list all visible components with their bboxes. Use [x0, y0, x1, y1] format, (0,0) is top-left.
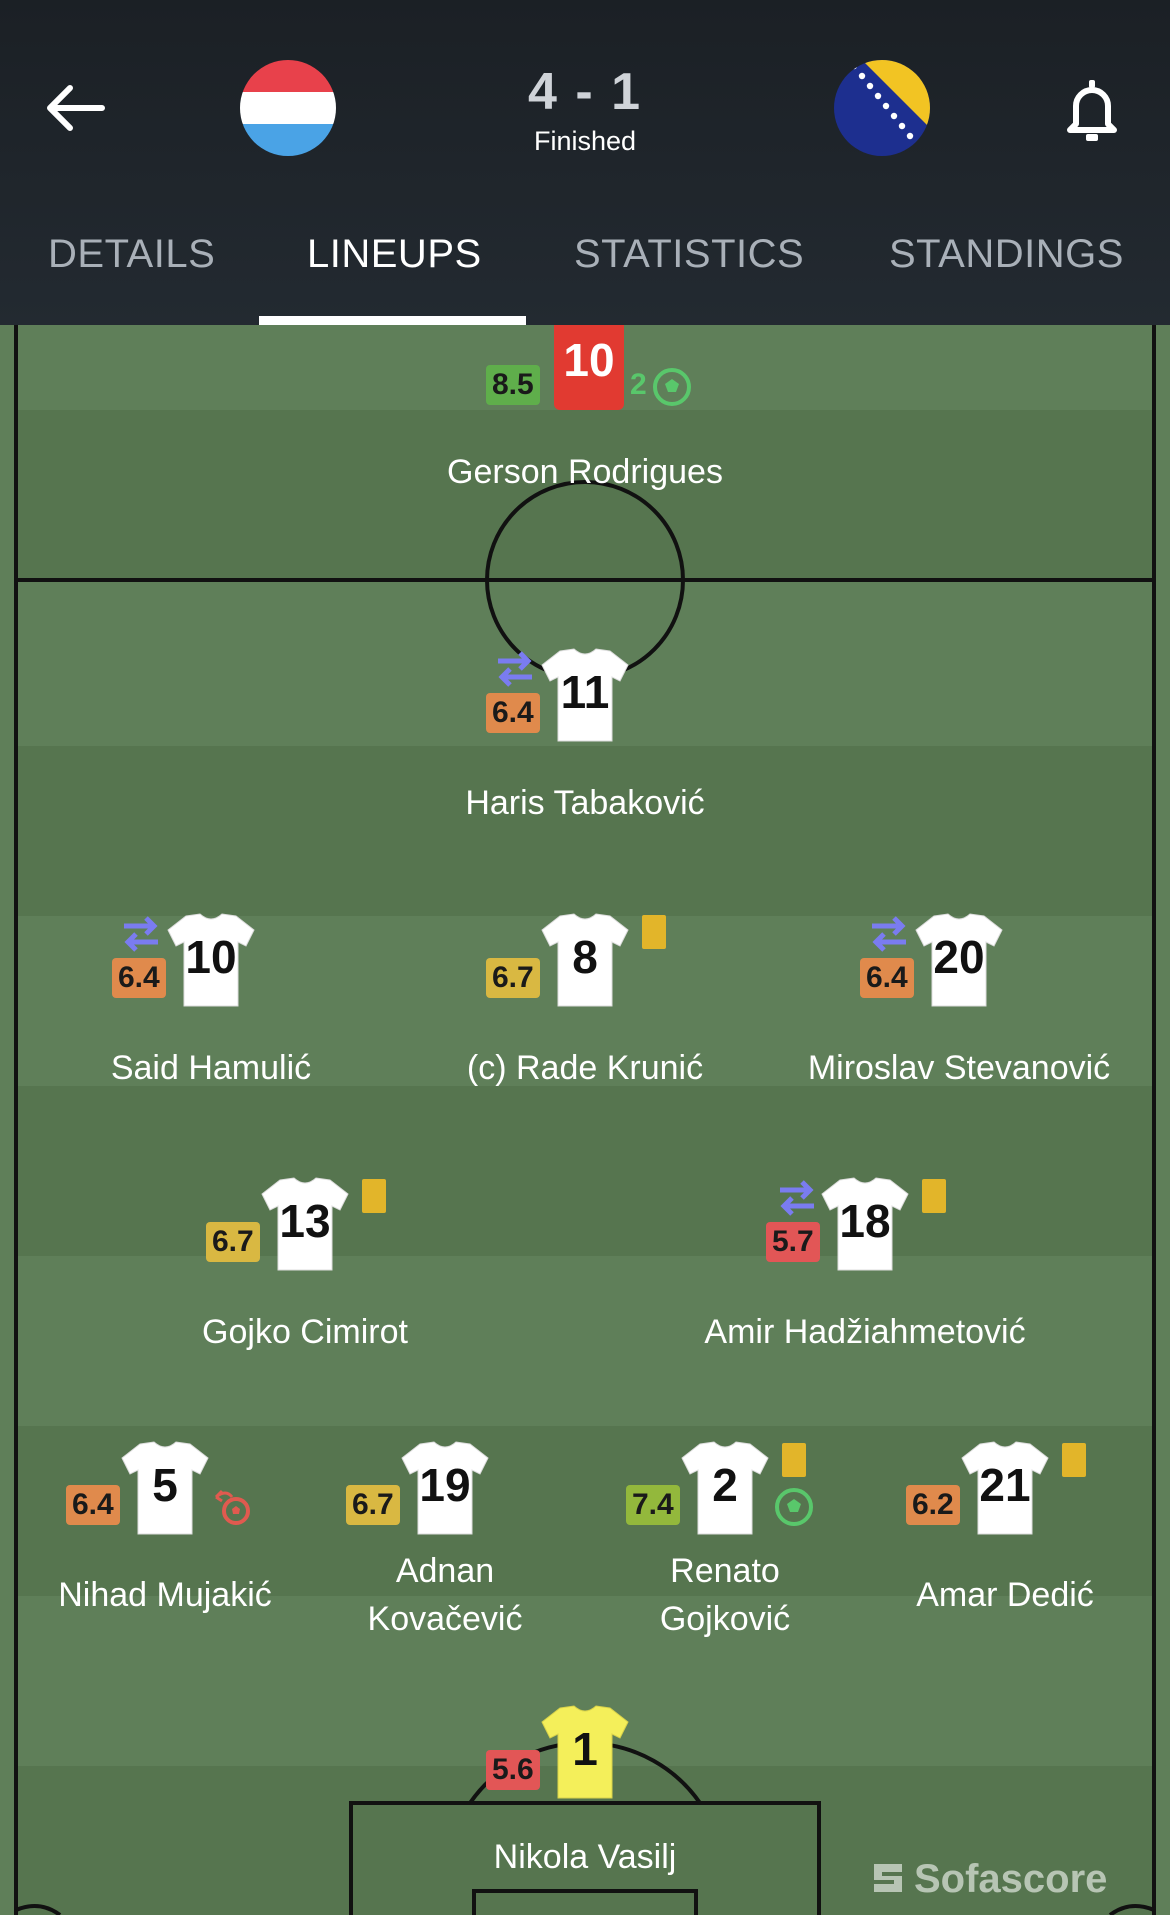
sofascore-watermark: Sofascore: [870, 1857, 1107, 1902]
tab-bar: DETAILS LINEUPS STATISTICS STANDINGS: [0, 222, 1170, 325]
player-rating: 8.5: [486, 365, 540, 405]
tab-lineups[interactable]: LINEUPS: [307, 232, 482, 277]
luxembourg-flag-icon[interactable]: [240, 60, 336, 156]
player-name: Haris Tabaković: [465, 784, 705, 822]
player-rating: 6.4: [66, 1485, 120, 1525]
shirt-icon: 13: [260, 1176, 350, 1272]
shirt-number: 20: [933, 931, 985, 983]
player-rating: 6.4: [860, 958, 914, 998]
player-rating: 6.4: [486, 693, 540, 733]
match-status: Finished: [533, 126, 637, 156]
player-name: Gerson Rodrigues: [447, 453, 723, 491]
shirt-number: 13: [279, 1195, 331, 1247]
goalkeeper-shirt-icon: 1: [540, 1704, 630, 1800]
player-rating: 5.6: [486, 1750, 540, 1790]
shirt-number: 18: [839, 1195, 891, 1247]
player-rating: 6.7: [346, 1485, 400, 1525]
player-name: Miroslav Stevanović: [807, 1049, 1111, 1087]
match-header: 4 - 1 Finished DETAILS LINEUPS STATISTIC…: [0, 0, 1170, 325]
player-name-line1: Adnan: [395, 1552, 495, 1590]
back-arrow-icon[interactable]: [40, 78, 120, 138]
shirt-icon: 20: [914, 912, 1004, 1008]
shirt-icon: 19: [400, 1440, 490, 1536]
goal-ball-icon: [774, 1487, 814, 1527]
substitution-icon: [774, 1176, 820, 1220]
yellow-card-icon: [1062, 1443, 1086, 1477]
watermark-text: Sofascore: [914, 1857, 1108, 1901]
sofascore-logo-icon: [874, 1864, 902, 1892]
tab-statistics[interactable]: STATISTICS: [574, 232, 804, 277]
tab-standings[interactable]: STANDINGS: [889, 232, 1124, 277]
player-rating: 6.7: [486, 958, 540, 998]
player-name: Amar Dedić: [916, 1576, 1094, 1614]
opponent-shirt-number: 10: [563, 334, 615, 386]
player-rating: 6.2: [906, 1485, 960, 1525]
shirt-number: 10: [185, 931, 237, 983]
player-name: (c) Rade Krunić: [466, 1049, 704, 1087]
shirt-icon: 5: [120, 1440, 210, 1536]
goal-count: 2: [630, 368, 647, 401]
player-rating: 7.4: [626, 1485, 680, 1525]
player-name: Gojko Cimirot: [202, 1313, 408, 1351]
shirt-number: 19: [419, 1459, 471, 1511]
player-rating: 6.4: [112, 958, 166, 998]
substitution-icon: [118, 912, 164, 956]
player-name-line2: Kovačević: [367, 1600, 523, 1638]
shirt-icon: 10: [166, 912, 256, 1008]
shirt-number: 8: [572, 931, 598, 983]
match-score: 4 - 1: [527, 63, 643, 121]
shirt-number: 5: [152, 1459, 178, 1511]
own-goal-icon: [212, 1487, 252, 1527]
shirt-icon: 8: [540, 912, 630, 1008]
active-tab-indicator: [259, 316, 526, 325]
tab-details[interactable]: DETAILS: [48, 232, 215, 277]
shirt-icon: 11: [540, 647, 630, 743]
player-name-line1: Renato: [670, 1552, 780, 1590]
shirt-icon: 18: [820, 1176, 910, 1272]
shirt-icon: 2: [680, 1440, 770, 1536]
substitution-icon: [866, 912, 912, 956]
player-rating: 5.7: [766, 1222, 820, 1262]
player-rating: 6.7: [206, 1222, 260, 1262]
shirt-number: 1: [572, 1723, 598, 1775]
shirt-number: 21: [979, 1459, 1031, 1511]
shirt-number: 2: [712, 1459, 738, 1511]
bosnia-herzegovina-flag-icon[interactable]: [834, 60, 930, 156]
yellow-card-icon: [922, 1179, 946, 1213]
player-name: Amir Hadžiahmetović: [704, 1313, 1026, 1351]
substitution-icon: [492, 647, 538, 691]
shirt-number: 11: [560, 666, 610, 718]
yellow-card-icon: [362, 1179, 386, 1213]
player-name: Nikola Vasilj: [493, 1838, 677, 1876]
yellow-card-icon: [782, 1443, 806, 1477]
shirt-icon: 21: [960, 1440, 1050, 1536]
player-name: Nihad Mujakić: [58, 1576, 272, 1614]
player-name: Said Hamulić: [110, 1049, 312, 1087]
player-name-line2: Gojković: [659, 1600, 791, 1638]
yellow-card-icon: [642, 915, 666, 949]
bell-icon[interactable]: [1062, 76, 1122, 146]
pitch-markings: [14, 325, 1156, 1915]
goal-ball-icon: [652, 367, 692, 407]
pitch: 10 8.5 2 Gerson Rodrigues 11 6.4 Haris T…: [0, 315, 1170, 1915]
